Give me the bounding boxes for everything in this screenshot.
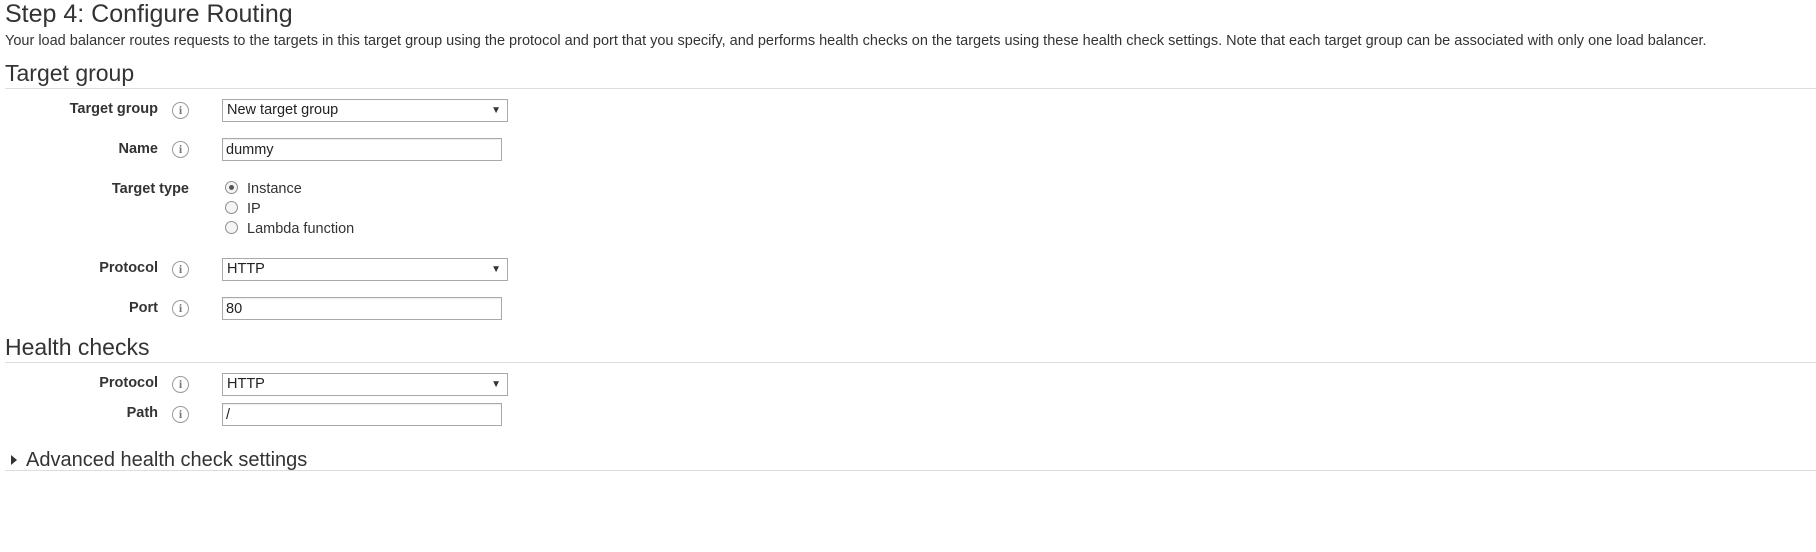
dropdown-arrow-icon: ▼ — [491, 105, 501, 116]
radio-instance[interactable] — [225, 181, 238, 194]
protocol-label: Protocol — [99, 260, 158, 276]
name-input[interactable] — [222, 138, 502, 161]
section-heading-health-checks: Health checks — [5, 334, 150, 360]
section-divider — [5, 362, 1816, 363]
port-input[interactable] — [222, 297, 502, 320]
radio-lambda-label: Lambda function — [247, 221, 355, 237]
target-type-label: Target type — [111, 181, 189, 197]
info-icon[interactable]: i — [172, 102, 189, 119]
section-divider — [5, 470, 1816, 471]
protocol-select[interactable]: HTTP ▼ — [222, 258, 508, 281]
info-icon[interactable]: i — [172, 406, 189, 423]
advanced-settings-label: Advanced health check settings — [26, 449, 308, 471]
protocol-select-value: HTTP — [227, 261, 265, 277]
target-group-label: Target group — [69, 101, 158, 117]
path-label: Path — [126, 405, 158, 421]
section-heading-target-group: Target group — [5, 60, 135, 86]
info-icon[interactable]: i — [172, 141, 189, 158]
info-icon[interactable]: i — [172, 261, 189, 278]
dropdown-arrow-icon: ▼ — [491, 379, 501, 390]
dropdown-arrow-icon: ▼ — [491, 264, 501, 275]
health-protocol-select-value: HTTP — [227, 376, 265, 392]
path-input[interactable] — [222, 403, 502, 426]
section-divider — [5, 88, 1816, 89]
info-icon[interactable]: i — [172, 300, 189, 317]
radio-ip-label: IP — [247, 201, 261, 217]
health-protocol-label: Protocol — [99, 375, 158, 391]
radio-lambda[interactable] — [225, 221, 238, 234]
radio-ip[interactable] — [225, 201, 238, 214]
radio-instance-label: Instance — [247, 181, 302, 197]
port-label: Port — [129, 300, 158, 316]
target-group-select-value: New target group — [227, 102, 339, 118]
info-icon[interactable]: i — [172, 376, 189, 393]
caret-right-icon — [11, 455, 17, 465]
radio-selected-dot — [229, 185, 234, 190]
name-label: Name — [118, 141, 159, 157]
page-description: Your load balancer routes requests to th… — [5, 33, 1707, 49]
target-group-select[interactable]: New target group ▼ — [222, 99, 508, 122]
health-protocol-select[interactable]: HTTP ▼ — [222, 373, 508, 396]
page-title: Step 4: Configure Routing — [5, 0, 293, 28]
